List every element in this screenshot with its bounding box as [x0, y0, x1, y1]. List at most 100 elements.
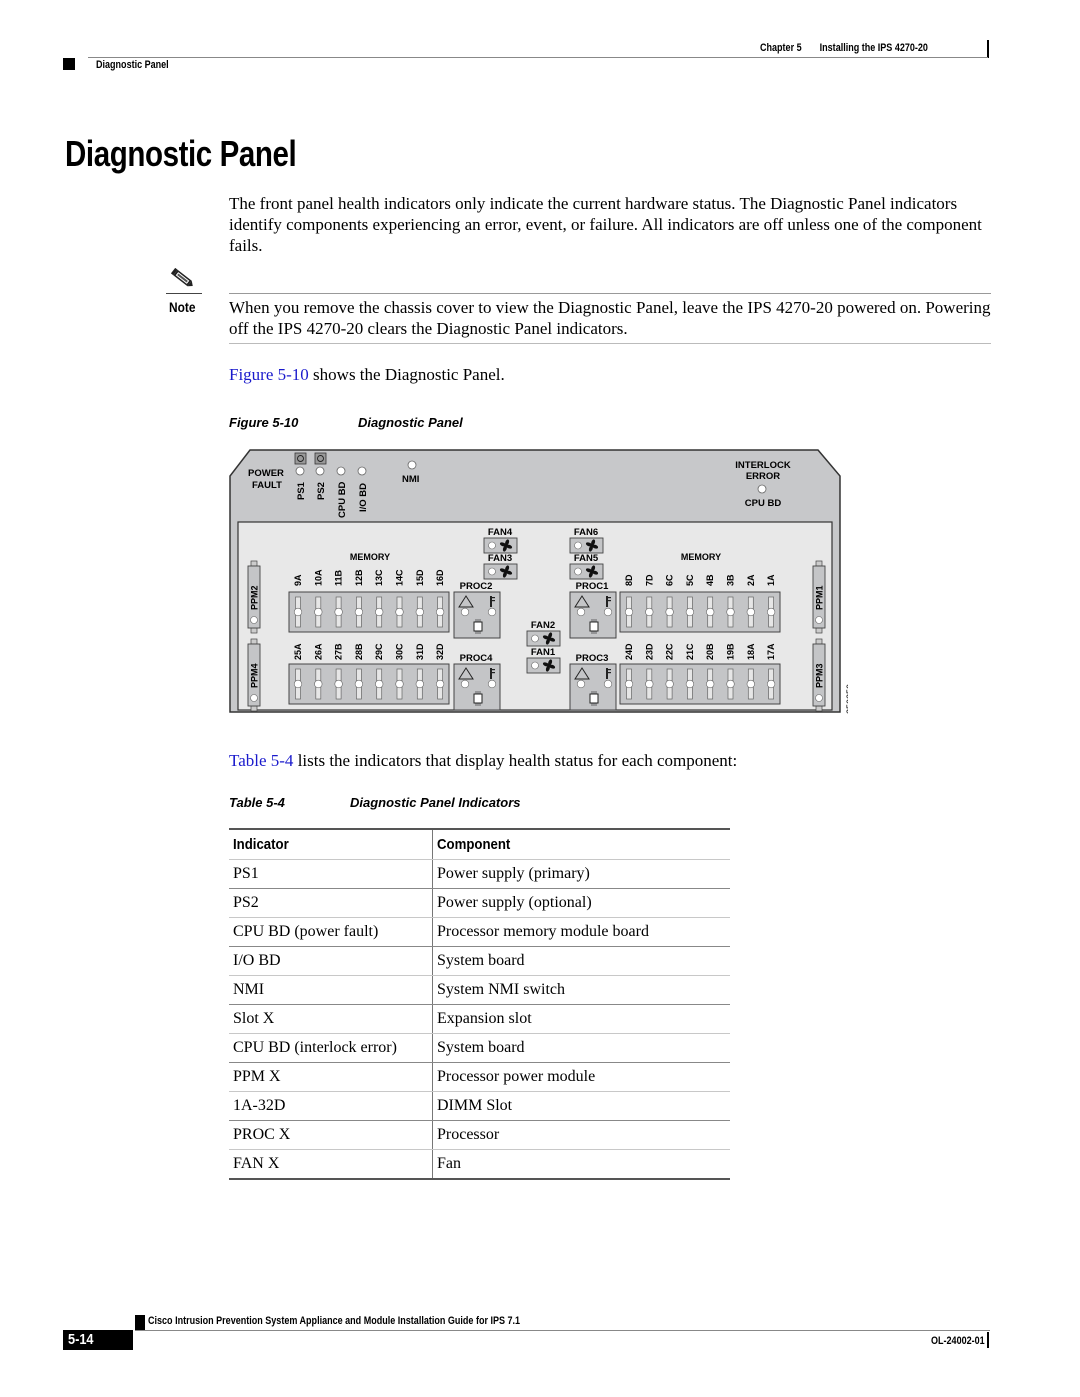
indicator-cell: Slot X	[229, 1004, 433, 1034]
ps2-label: PS2	[316, 482, 327, 500]
dimm-label: 14C	[395, 569, 405, 586]
proc4-label: PROC4	[460, 653, 493, 664]
fan2-label: FAN2	[531, 620, 555, 631]
footer-rule	[135, 1330, 990, 1331]
table-caption-title: Diagnostic Panel Indicators	[350, 795, 521, 810]
ppm-led	[815, 694, 823, 702]
figure-reference-text: shows the Diagnostic Panel.	[308, 365, 505, 384]
fan-led	[531, 634, 539, 643]
dimm-led	[314, 607, 323, 617]
footer-bar	[987, 1332, 989, 1348]
power-label: POWER	[248, 468, 284, 479]
indicator-cell: NMI	[229, 975, 433, 1005]
cpu-bd-right-label: CPU BD	[745, 498, 782, 509]
table-row: CPU BD (power fault) Processor memory mod…	[229, 917, 730, 947]
table-reference-text: lists the indicators that display health…	[293, 751, 738, 770]
component-cell: System board	[432, 1033, 730, 1063]
dimm-led	[685, 679, 695, 689]
chip-icon	[473, 693, 483, 704]
dimm-label: 29C	[374, 643, 384, 660]
component-cell: Processor power module	[432, 1062, 730, 1092]
note-rule-top	[229, 293, 991, 294]
dimm-label: 21C	[685, 643, 695, 660]
indicator-cell: CPU BD (power fault)	[229, 917, 433, 947]
dimm-label: 10A	[313, 569, 323, 586]
memory-left-label: MEMORY	[350, 552, 390, 562]
doc-number: OL-24002-01	[931, 1335, 985, 1347]
dimm-label: 2A	[746, 574, 756, 586]
running-header-section: Diagnostic Panel	[96, 59, 169, 71]
dimm-label: 19B	[726, 643, 736, 660]
figure-link[interactable]: Figure 5-10	[229, 365, 309, 384]
fan-led	[531, 661, 539, 670]
dimm-label: 15D	[415, 569, 425, 586]
dimm-label: 22C	[665, 643, 675, 660]
fan4: FAN4	[483, 527, 518, 554]
dimm-label: 9A	[293, 574, 303, 586]
dimm-led	[293, 679, 303, 689]
diagnostic-panel-figure: POWER FAULT PS1 PS2 CPU BD I/O BD NMI IN…	[229, 449, 848, 714]
dimm-label: 4B	[705, 574, 715, 586]
ppm3-label: PPM3	[815, 663, 825, 688]
thermometer-icon	[490, 596, 492, 607]
indicator-cell: FAN X	[229, 1149, 433, 1180]
fan-led	[488, 567, 496, 576]
fan-led	[574, 567, 582, 576]
dimm-label: 5C	[685, 574, 695, 586]
table-row: CPU BD (interlock error) System board	[229, 1033, 730, 1063]
table-row: PROC X Processor	[229, 1120, 730, 1150]
dimm-led	[415, 679, 424, 689]
ppm4-label: PPM4	[250, 663, 260, 688]
footer-marker	[135, 1315, 145, 1331]
dimm-led	[645, 679, 654, 689]
component-cell: Power supply (primary)	[432, 859, 730, 889]
dimm-led	[395, 607, 404, 617]
thermometer-icon	[606, 668, 608, 679]
chapter-title: Installing the IPS 4270-20	[819, 42, 928, 54]
dimm-led	[395, 679, 404, 689]
component-cell: Processor	[432, 1120, 730, 1150]
header-indicator: Indicator	[229, 829, 433, 860]
proc-warning-led	[460, 679, 470, 689]
dimm-label: 11B	[334, 569, 344, 586]
dimm-label: 28B	[354, 643, 364, 660]
dimm-led	[665, 607, 674, 617]
chip-icon	[589, 621, 599, 632]
dimm-label: 24D	[624, 643, 634, 660]
ppm-led	[815, 616, 823, 624]
indicator-cell: PPM X	[229, 1062, 433, 1092]
ppm-module: PPM3	[812, 638, 826, 712]
header-marker	[63, 58, 75, 70]
dimm-label: 8D	[624, 574, 634, 586]
dimm-label: 12B	[354, 569, 364, 586]
table-link[interactable]: Table 5-4	[229, 751, 293, 770]
intro-paragraph: The front panel health indicators only i…	[229, 194, 982, 255]
dimm-led	[354, 607, 363, 617]
dimm-led	[293, 607, 303, 617]
dimm-led	[726, 607, 735, 617]
dimm-led	[354, 679, 363, 689]
fan5-label: FAN5	[574, 553, 599, 564]
dimm-led	[415, 607, 424, 617]
note-rule-bottom	[229, 343, 991, 344]
ppm1-label: PPM1	[815, 585, 825, 610]
dimm-label: 31D	[415, 643, 425, 660]
fault-label: FAULT	[252, 480, 282, 491]
dimm-led	[766, 679, 776, 689]
indicator-cell: I/O BD	[229, 946, 433, 976]
ppm-module: PPM4	[247, 638, 261, 712]
table-row: Slot X Expansion slot	[229, 1004, 730, 1034]
page-title: Diagnostic Panel	[65, 133, 297, 174]
dimm-led	[436, 607, 445, 617]
dimm-led	[375, 679, 384, 689]
component-cell: System NMI switch	[432, 975, 730, 1005]
dimm-label: 7D	[644, 574, 654, 586]
ppm-led	[250, 616, 258, 624]
table-row: PS2 Power supply (optional)	[229, 888, 730, 918]
component-cell: System board	[432, 946, 730, 976]
thermometer-icon	[490, 668, 492, 679]
dimm-label: 6C	[665, 574, 675, 586]
fan1-label: FAN1	[531, 647, 556, 658]
fan2: FAN2	[526, 620, 561, 647]
dimm-led	[746, 607, 755, 617]
